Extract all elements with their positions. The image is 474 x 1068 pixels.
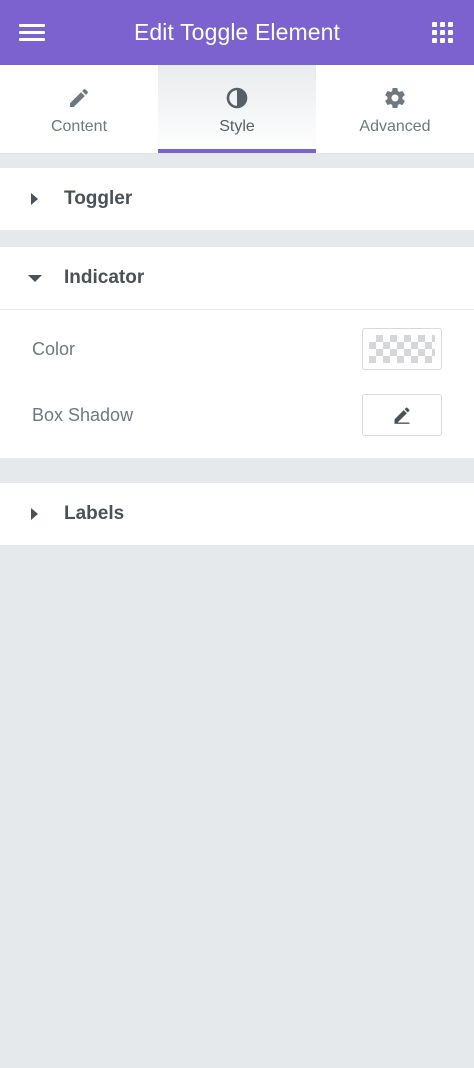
- panel-title: Edit Toggle Element: [133, 19, 341, 45]
- grid-icon[interactable]: [432, 22, 453, 43]
- section-indicator-title: Indicator: [64, 267, 145, 288]
- half-circle-icon: [224, 85, 250, 111]
- tab-content[interactable]: Content: [0, 65, 158, 153]
- hamburger-icon[interactable]: [19, 24, 45, 42]
- color-control: Color: [0, 316, 474, 382]
- gear-icon: [382, 85, 408, 111]
- tab-advanced-label: Advanced: [359, 118, 431, 135]
- section-toggler-title: Toggler: [64, 188, 133, 209]
- panel-header: Edit Toggle Element: [0, 0, 474, 65]
- color-label: Color: [32, 338, 76, 359]
- tab-style[interactable]: Style: [158, 65, 316, 153]
- tab-style-label: Style: [219, 118, 255, 135]
- divider: [0, 309, 474, 310]
- box-shadow-control: Box Shadow: [0, 382, 474, 448]
- color-picker-swatch[interactable]: [362, 328, 442, 370]
- tab-content-label: Content: [50, 118, 108, 135]
- tab-bar: Content Style Advanced: [0, 65, 474, 153]
- box-shadow-label: Box Shadow: [32, 404, 134, 425]
- box-shadow-edit-button[interactable]: [362, 394, 442, 436]
- pencil-icon: [66, 85, 92, 111]
- pencil-icon: [394, 407, 410, 424]
- section-toggler: Toggler: [0, 168, 474, 230]
- section-indicator: Indicator Color Box Shadow: [0, 247, 474, 458]
- caret-right-icon: [30, 193, 38, 205]
- tab-advanced[interactable]: Advanced: [316, 65, 474, 153]
- caret-right-icon: [30, 508, 38, 520]
- section-indicator-header[interactable]: Indicator: [0, 247, 474, 309]
- section-labels-header[interactable]: Labels: [0, 483, 474, 545]
- caret-down-icon: [28, 274, 42, 282]
- section-labels-title: Labels: [64, 503, 125, 524]
- transparent-checker: [369, 335, 435, 363]
- section-toggler-header[interactable]: Toggler: [0, 168, 474, 230]
- section-labels: Labels: [0, 483, 474, 545]
